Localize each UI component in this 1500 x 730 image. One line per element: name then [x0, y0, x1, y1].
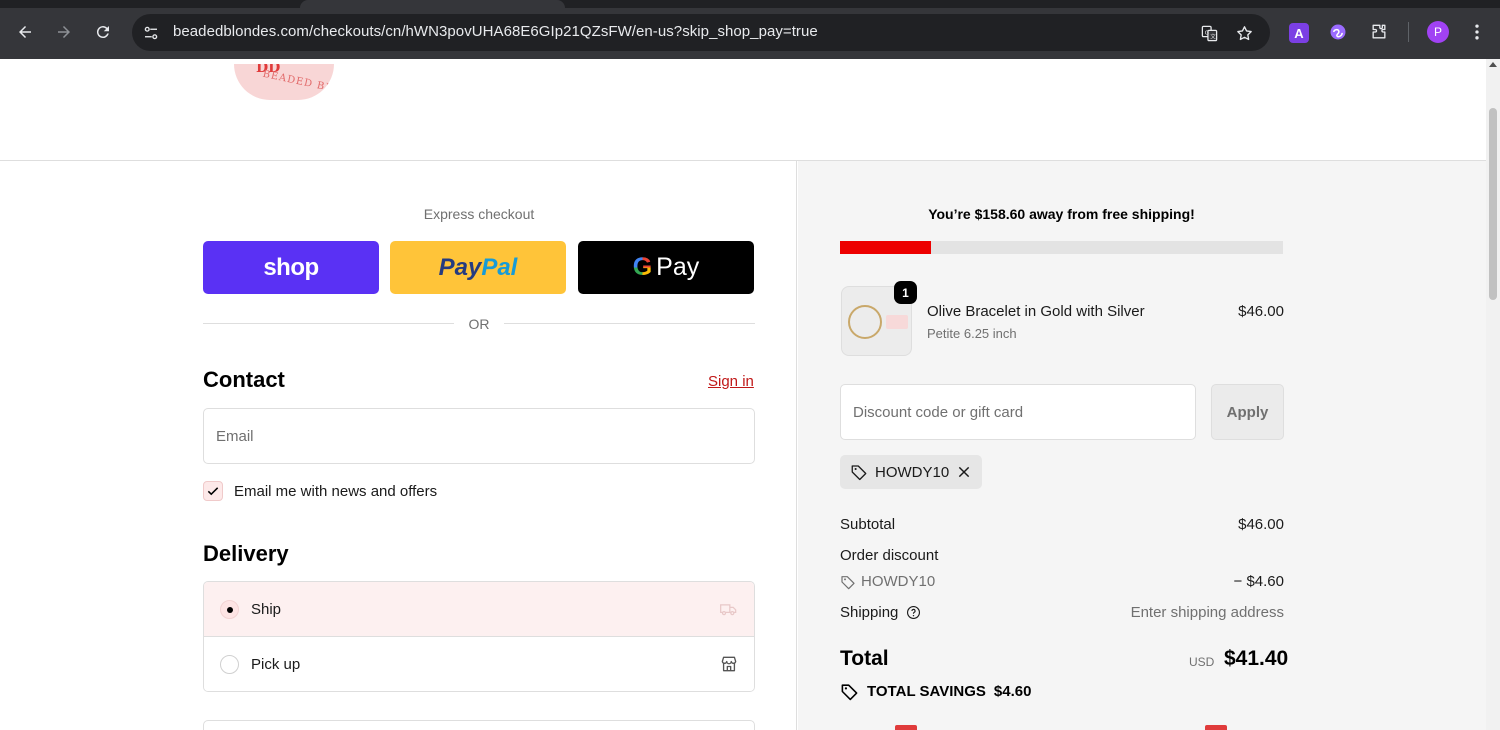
browser-menu-button[interactable] — [1466, 21, 1488, 43]
store-logo[interactable]: DD BEADED BL — [234, 64, 334, 100]
apply-discount-button[interactable]: Apply — [1211, 384, 1284, 440]
gift-card-image — [886, 315, 908, 329]
free-shipping-message: You’re $158.60 away from free shipping! — [928, 206, 1195, 222]
tag-icon — [851, 465, 867, 481]
url-text[interactable]: beadedblondes.com/checkouts/cn/hWN3povUH… — [173, 23, 818, 40]
discount-code-row: HOWDY10 − $4.60 — [840, 573, 1284, 590]
product-price: $46.00 — [1238, 303, 1284, 320]
subtotal-label: Subtotal — [840, 516, 896, 533]
translate-icon: G 文 — [1201, 25, 1217, 41]
or-divider-left — [203, 323, 454, 324]
express-checkout-label: Express checkout — [423, 206, 535, 222]
shipping-value: Enter shipping address — [1130, 604, 1284, 621]
reload-icon — [96, 26, 109, 39]
store-icon — [719, 654, 739, 674]
puzzle-icon — [1372, 24, 1386, 39]
store-header: DD BEADED BL — [0, 59, 1486, 161]
email-field[interactable] — [203, 408, 755, 464]
arrow-left-icon — [19, 26, 31, 38]
delivery-option-ship[interactable]: Ship — [204, 582, 754, 637]
discount-code-label: HOWDY10 — [861, 573, 936, 590]
shipping-label: Shipping — [840, 604, 899, 621]
truck-icon — [719, 599, 739, 619]
product-variant: Petite 6.25 inch — [927, 326, 1017, 341]
savings-value: $4.60 — [993, 683, 1032, 700]
discount-amount: − $4.60 — [1233, 573, 1284, 590]
total-currency: USD — [1189, 655, 1215, 669]
savings-label: TOTAL SAVINGS — [867, 683, 986, 700]
delivery-heading: Delivery — [203, 541, 289, 566]
profile-avatar[interactable]: P — [1427, 21, 1449, 43]
svg-text:G: G — [1204, 30, 1208, 36]
extensions-button[interactable] — [1368, 21, 1390, 43]
total-value: $41.40 — [1224, 647, 1289, 670]
sign-in-link[interactable]: Sign in — [708, 373, 754, 390]
google-pay-label: Pay — [656, 253, 700, 281]
remove-discount-icon[interactable] — [956, 464, 972, 480]
trust-badge-1 — [895, 725, 917, 730]
toolbar-divider — [1408, 22, 1409, 42]
subtotal-value: $46.00 — [1238, 516, 1284, 533]
swirl-extension-icon — [1330, 24, 1346, 40]
trust-badge-2 — [1205, 725, 1227, 730]
total-savings: TOTAL SAVINGS $4.60 — [840, 682, 1031, 701]
order-discount-row: Order discount — [840, 547, 1284, 564]
arrow-right-icon — [58, 26, 70, 38]
site-info-button[interactable] — [140, 22, 162, 44]
help-circle-icon[interactable] — [906, 605, 921, 620]
ship-radio[interactable] — [220, 600, 239, 619]
google-pay-button[interactable]: G Pay — [578, 241, 754, 294]
logo-wordmark: BEADED BL — [261, 68, 334, 95]
applied-discount-code: HOWDY10 — [875, 464, 950, 481]
google-g-icon: G — [632, 253, 653, 281]
ship-label: Ship — [251, 601, 282, 618]
or-divider-right — [504, 323, 755, 324]
tune-icon — [144, 26, 158, 40]
scroll-up-arrow-icon[interactable] — [1489, 62, 1497, 67]
contact-heading: Contact — [203, 367, 285, 392]
delivery-option-pickup[interactable]: Pick up — [204, 637, 754, 691]
quantity-badge: 1 — [894, 281, 917, 304]
extension-swirl-button[interactable] — [1327, 21, 1349, 43]
subtotal-row: Subtotal $46.00 — [840, 516, 1284, 533]
star-icon — [1236, 25, 1252, 40]
more-vertical-icon — [1475, 24, 1479, 40]
paypal-button[interactable]: Pay Pal — [390, 241, 566, 294]
extension-a-icon[interactable]: A — [1289, 23, 1309, 43]
back-button[interactable] — [12, 19, 38, 45]
bracelet-image — [848, 305, 882, 339]
savings-tag-icon — [841, 684, 858, 701]
product-name: Olive Bracelet in Gold with Silver — [927, 303, 1145, 320]
free-shipping-progress-fill — [840, 241, 931, 254]
delivery-options: Ship Pick up — [203, 581, 755, 692]
paypal-label-pal: Pal — [481, 253, 518, 281]
shop-pay-label: shop — [263, 253, 319, 281]
applied-discount-tag: HOWDY10 — [840, 455, 982, 489]
shipping-row: Shipping Enter shipping address — [840, 604, 1284, 621]
discount-code-field[interactable] — [840, 384, 1196, 440]
newsletter-checkbox[interactable] — [203, 481, 223, 501]
total-label: Total — [840, 647, 889, 670]
browser-toolbar: beadedblondes.com/checkouts/cn/hWN3povUH… — [0, 0, 1500, 59]
free-shipping-progress — [840, 241, 1283, 254]
active-tab[interactable] — [300, 0, 565, 8]
scrollbar-thumb[interactable] — [1489, 108, 1497, 300]
paypal-label-pay: Pay — [438, 253, 482, 281]
forward-button[interactable] — [51, 19, 77, 45]
reload-button[interactable] — [90, 19, 116, 45]
shop-pay-button[interactable]: shop — [203, 241, 379, 294]
order-discount-label: Order discount — [840, 547, 939, 564]
bookmark-star-button[interactable] — [1233, 22, 1255, 44]
tag-icon — [841, 576, 855, 590]
newsletter-label[interactable]: Email me with news and offers — [234, 483, 437, 500]
pickup-radio[interactable] — [220, 655, 239, 674]
tab-strip — [0, 0, 1500, 8]
checkmark-icon — [207, 487, 219, 496]
or-divider-text: OR — [468, 316, 490, 332]
translate-button[interactable]: G 文 — [1198, 22, 1220, 44]
next-form-field[interactable] — [203, 720, 755, 730]
pickup-label: Pick up — [251, 656, 301, 673]
